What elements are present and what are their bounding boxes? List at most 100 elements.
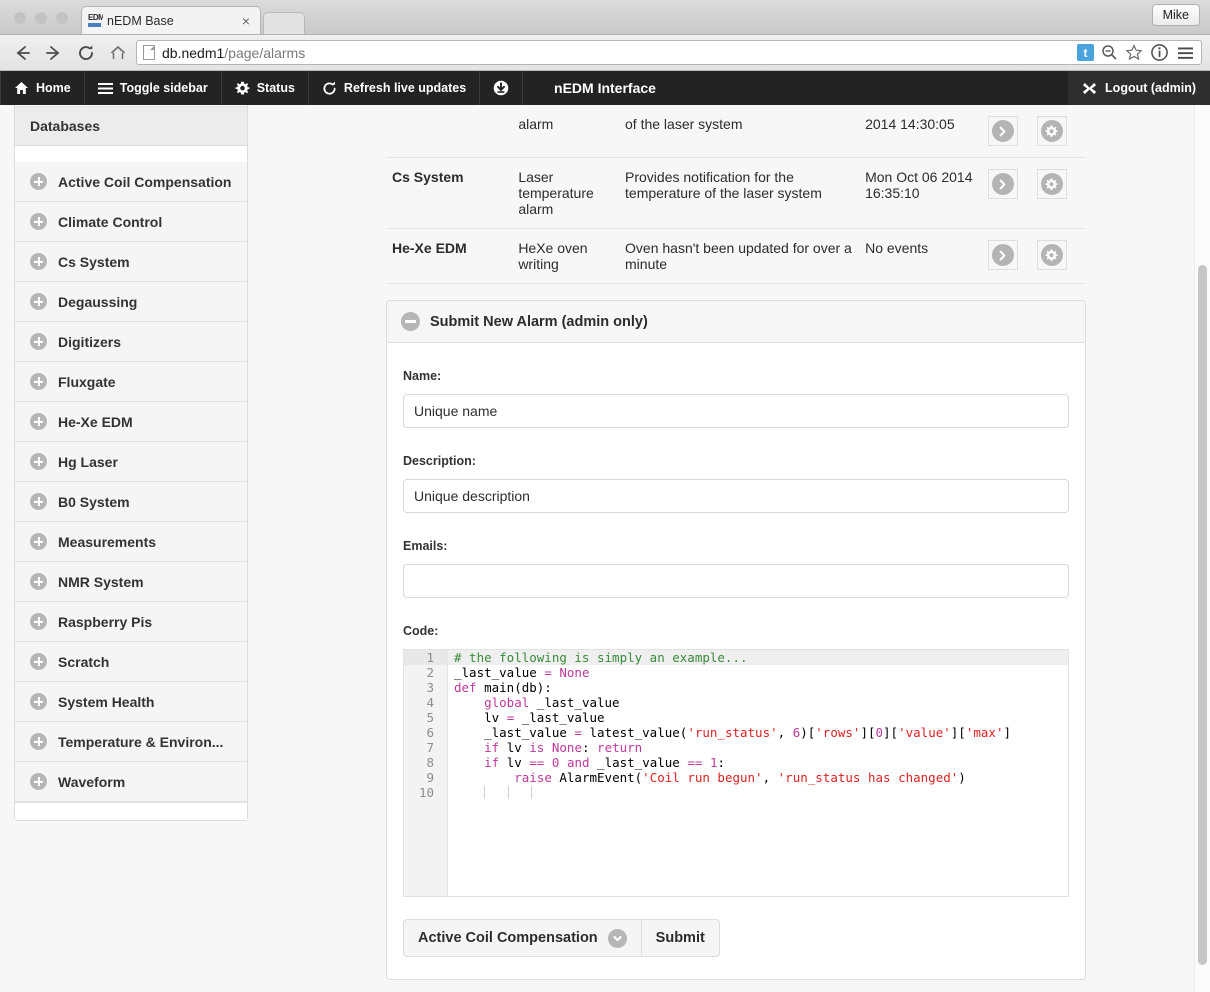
editor-code-area[interactable]: # the following is simply an example... … — [448, 650, 1068, 896]
page-document-icon — [143, 45, 155, 60]
back-arrow-icon[interactable] — [8, 40, 36, 66]
logout-button[interactable]: Logout (admin) — [1068, 71, 1210, 105]
plus-circle-icon — [30, 213, 47, 230]
code-editor[interactable]: 1 2 3 4 5 6 7 8 9 10 # the following is … — [403, 649, 1069, 897]
star-icon[interactable] — [1125, 44, 1143, 61]
reload-icon[interactable] — [72, 40, 100, 66]
sidebar-item-digitizers[interactable]: Digitizers — [15, 322, 247, 362]
minus-circle-icon[interactable] — [401, 312, 420, 331]
line-number: 9 — [426, 770, 434, 785]
panel-header[interactable]: Submit New Alarm (admin only) — [387, 301, 1085, 343]
sidebar-item-cs-system[interactable]: Cs System — [15, 242, 247, 282]
alarm-go-button[interactable] — [987, 116, 1018, 146]
logout-label: Logout (admin) — [1105, 81, 1196, 95]
sidebar-item-label: Climate Control — [58, 213, 163, 230]
sidebar-item-measurements[interactable]: Measurements — [15, 522, 247, 562]
alarm-time: No events — [865, 228, 988, 284]
window-controls[interactable] — [0, 12, 81, 34]
alarm-settings-button[interactable] — [1036, 169, 1067, 199]
browser-tab[interactable]: EDM nEDM Base × — [81, 6, 261, 34]
nav-home-button[interactable]: Home — [0, 71, 85, 105]
sidebar-item-degaussing[interactable]: Degaussing — [15, 282, 247, 322]
sidebar-header: Databases — [15, 106, 247, 146]
nav-status-button[interactable]: Status — [222, 71, 309, 105]
home-icon[interactable] — [104, 40, 132, 66]
table-row[interactable]: Cs System Laser temperature alarm Provid… — [386, 157, 1086, 229]
alarm-time: 2014 14:30:05 — [865, 105, 988, 158]
forward-arrow-icon[interactable] — [40, 40, 68, 66]
sidebar-item-hg-laser[interactable]: Hg Laser — [15, 442, 247, 482]
plus-circle-icon — [30, 533, 47, 550]
submit-alarm-panel: Submit New Alarm (admin only) Name: Uniq… — [386, 300, 1086, 980]
database-select-button[interactable]: Active Coil Compensation — [403, 919, 642, 957]
plus-circle-icon — [30, 453, 47, 470]
sidebar-item-climate-control[interactable]: Climate Control — [15, 202, 247, 242]
description-input[interactable]: Unique description — [403, 479, 1069, 513]
table-row[interactable]: He-Xe EDM HeXe oven writing Oven hasn't … — [386, 228, 1086, 284]
main-content: alarm of the laser system 2014 14:30:05 — [386, 105, 1086, 980]
zoom-out-icon[interactable] — [1101, 44, 1118, 61]
alarm-description: Provides notification for the temperatur… — [625, 157, 866, 229]
emails-input[interactable] — [403, 564, 1069, 598]
sidebar-item-fluxgate[interactable]: Fluxgate — [15, 362, 247, 402]
url-path: /page/alarms — [224, 44, 306, 61]
sidebar-item-he-xe-edm[interactable]: He-Xe EDM — [15, 402, 247, 442]
line-number: 4 — [426, 695, 434, 710]
alarm-go-button[interactable] — [987, 169, 1018, 199]
sidebar-item-label: He-Xe EDM — [58, 413, 133, 430]
code-line: global _last_value — [484, 695, 620, 710]
code-line: _last_value = latest_value('run_status',… — [454, 725, 1012, 740]
sidebar-item-b0-system[interactable]: B0 System — [15, 482, 247, 522]
page-scrollbar-track[interactable] — [1194, 105, 1210, 992]
sidebar-item-scratch[interactable]: Scratch — [15, 642, 247, 682]
tumblr-badge-icon[interactable]: t — [1077, 44, 1094, 61]
maximize-window-dot[interactable] — [56, 12, 68, 24]
line-number: 5 — [426, 710, 434, 725]
code-line: _last_value = None — [454, 665, 590, 680]
sidebar-item-nmr-system[interactable]: NMR System — [15, 562, 247, 602]
app-navbar: Home Toggle sidebar Status Refresh live … — [0, 71, 1210, 105]
sidebar-item-temperature-environment[interactable]: Temperature & Environ... — [15, 722, 247, 762]
new-tab-button[interactable] — [263, 12, 305, 34]
nav-refresh-button[interactable]: Refresh live updates — [309, 71, 481, 105]
submit-button[interactable]: Submit — [641, 919, 720, 957]
sidebar-footer — [15, 802, 247, 820]
sidebar-item-raspberry-pis[interactable]: Raspberry Pis — [15, 602, 247, 642]
close-window-dot[interactable] — [14, 12, 26, 24]
sidebar-item-system-health[interactable]: System Health — [15, 682, 247, 722]
code-label: Code: — [403, 624, 439, 638]
close-tab-icon[interactable]: × — [238, 13, 254, 29]
chevron-down-circle-icon — [607, 928, 627, 948]
minimize-window-dot[interactable] — [35, 12, 47, 24]
page-scrollbar-thumb[interactable] — [1198, 265, 1207, 965]
sidebar-item-label: NMR System — [58, 573, 144, 590]
sidebar-item-active-coil-compensation[interactable]: Active Coil Compensation — [15, 162, 247, 202]
info-circle-icon[interactable] — [1150, 43, 1169, 62]
sidebar-item-label: Cs System — [58, 253, 130, 270]
sidebar: Databases Active Coil Compensation Clima… — [14, 105, 248, 821]
plus-circle-icon — [30, 653, 47, 670]
alarm-go-button[interactable] — [987, 240, 1018, 270]
alarm-description: of the laser system — [625, 105, 866, 158]
nav-toggle-sidebar-button[interactable]: Toggle sidebar — [85, 71, 222, 105]
alarm-short: HeXe oven writing — [518, 228, 626, 284]
chevron-right-icon — [991, 120, 1014, 142]
alarm-settings-button[interactable] — [1036, 116, 1067, 146]
name-input[interactable]: Unique name — [403, 394, 1069, 428]
plus-circle-icon — [30, 253, 47, 270]
download-icon — [493, 80, 509, 96]
alarm-short: alarm — [518, 105, 626, 158]
sidebar-item-waveform[interactable]: Waveform — [15, 762, 247, 802]
alarm-settings-button[interactable] — [1036, 240, 1067, 270]
plus-circle-icon — [30, 693, 47, 710]
chevron-right-icon — [991, 173, 1014, 195]
profile-button[interactable]: Mike — [1151, 4, 1200, 26]
url-input[interactable]: db.nedm1/page/alarms t — [136, 40, 1202, 65]
plus-circle-icon — [30, 773, 47, 790]
sidebar-item-label: Raspberry Pis — [58, 613, 153, 630]
table-row[interactable]: alarm of the laser system 2014 14:30:05 — [386, 105, 1086, 158]
nav-download-button[interactable] — [480, 71, 524, 105]
plus-circle-icon — [30, 173, 47, 190]
hamburger-menu-icon[interactable] — [1176, 45, 1195, 61]
alarm-system — [386, 105, 519, 158]
